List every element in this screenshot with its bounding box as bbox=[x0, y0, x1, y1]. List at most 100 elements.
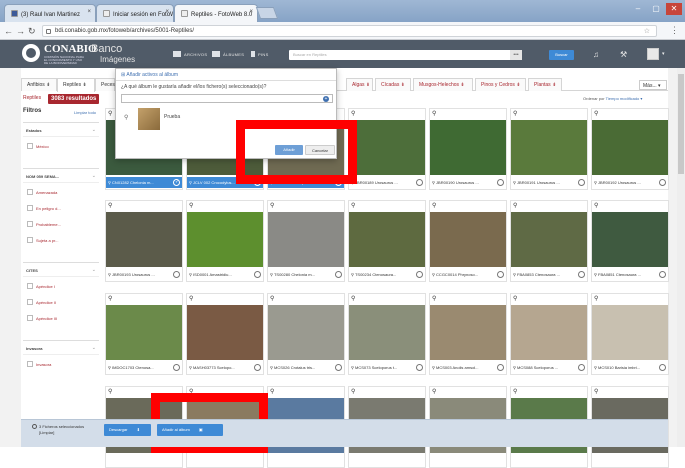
filter-option[interactable]: Apéndice III bbox=[27, 315, 57, 321]
chevron-down-icon[interactable]: ⌄ bbox=[92, 345, 96, 351]
zoom-icon[interactable]: ⚲ bbox=[108, 295, 112, 302]
zoom-icon[interactable]: ⚲ bbox=[108, 388, 112, 395]
asset-thumbnail[interactable]: ⚲ ⚲ TS00234 Ctenosaura... bbox=[348, 200, 426, 282]
zoom-icon[interactable]: ⚲ bbox=[513, 110, 517, 117]
asset-image[interactable] bbox=[349, 120, 425, 175]
maximize-button[interactable]: ▢ bbox=[648, 3, 664, 15]
zoom-icon[interactable]: ⚲ bbox=[594, 388, 598, 395]
bell-icon[interactable]: ♫ bbox=[593, 50, 599, 59]
select-checkbox[interactable] bbox=[578, 271, 585, 278]
select-checkbox[interactable] bbox=[416, 179, 423, 186]
zoom-icon[interactable]: ⚲ bbox=[594, 110, 598, 117]
asset-thumbnail[interactable]: ⚲ ⚲ MCS026 Crotalus tris... bbox=[267, 293, 345, 375]
filter-section[interactable]: CITES ⌄ bbox=[23, 262, 99, 277]
asset-caption[interactable]: ⚲ CCGC0014 Phrynoso... bbox=[430, 269, 506, 280]
clear-selection-link[interactable]: [Limpiar] bbox=[39, 430, 54, 435]
asset-caption[interactable]: ⚲ JBR00190 Urosaurus ... bbox=[430, 177, 506, 188]
select-checkbox[interactable] bbox=[335, 364, 342, 371]
select-checkbox[interactable] bbox=[173, 364, 180, 371]
asset-caption[interactable]: ⚲ JBR00192 Urosaurus ... bbox=[592, 177, 668, 188]
asset-thumbnail[interactable]: ⚲ ⚲ MCS073 Sceloporus t... bbox=[348, 293, 426, 375]
browser-menu-icon[interactable]: ⋮ bbox=[670, 25, 679, 36]
browser-tab[interactable]: (3) Raul Ivan Martinez × bbox=[4, 4, 96, 22]
asset-caption[interactable]: ⚲ MCS073 Sceloporus t... bbox=[349, 362, 425, 373]
asset-thumbnail[interactable]: ⚲ ⚲ FBA0851 Ctenosaura ... bbox=[591, 200, 669, 282]
add-album-icon[interactable]: + bbox=[323, 96, 329, 102]
asset-caption[interactable]: ⚲ JBR00193 Urosaurus ... bbox=[106, 269, 182, 280]
chevron-down-icon[interactable]: ▾ bbox=[662, 51, 665, 57]
download-button[interactable]: Descargar ⬇ bbox=[104, 424, 151, 436]
select-checkbox[interactable] bbox=[416, 364, 423, 371]
clear-filters-link[interactable]: Limpiar todo bbox=[74, 110, 96, 115]
page-info-icon[interactable] bbox=[46, 29, 51, 34]
search-options-button[interactable]: ••• bbox=[510, 50, 522, 60]
conabio-logo-icon[interactable] bbox=[22, 44, 40, 62]
asset-thumbnail[interactable]: ⚲ ⚲ TS00280 Chelonia m... bbox=[267, 200, 345, 282]
sort-control[interactable]: Ordenar por Tiempo modificado ▾ bbox=[583, 96, 642, 101]
zoom-icon[interactable]: ⚲ bbox=[594, 295, 598, 302]
select-checkbox[interactable] bbox=[335, 271, 342, 278]
nav-albumes[interactable]: ÁLBUMES bbox=[212, 51, 244, 57]
album-thumbnail[interactable] bbox=[138, 108, 160, 130]
zoom-icon[interactable]: ⚲ bbox=[513, 202, 517, 209]
asset-image[interactable] bbox=[430, 305, 506, 360]
zoom-icon[interactable]: ⚲ bbox=[351, 295, 355, 302]
select-checkbox[interactable] bbox=[578, 364, 585, 371]
category-tab[interactable]: Musgos-Helechos ⇟ bbox=[413, 78, 473, 91]
filter-option[interactable]: En peligro d... bbox=[27, 205, 61, 211]
album-name[interactable]: Prueba bbox=[164, 114, 180, 120]
asset-caption[interactable]: ⚲ FBA0853 Ctenosaura ... bbox=[511, 269, 587, 280]
filter-option[interactable]: México bbox=[27, 143, 49, 149]
zoom-icon[interactable]: ⚲ bbox=[270, 388, 274, 395]
nav-pins[interactable]: PINS bbox=[251, 51, 269, 57]
chevron-down-icon[interactable]: ⌄ bbox=[92, 173, 96, 179]
asset-thumbnail[interactable]: ⚲ ⚲ MCS088 Sceloporus ... bbox=[510, 293, 588, 375]
asset-thumbnail[interactable]: ⚲ ⚲ FBA0853 Ctenosaura ... bbox=[510, 200, 588, 282]
logo-text[interactable]: CONABIO bbox=[44, 43, 97, 55]
browser-tab[interactable]: Iniciar sesión en FotoWe × bbox=[96, 4, 174, 22]
search-button[interactable]: Buscar bbox=[549, 50, 574, 60]
filter-section[interactable]: Estados ⌄ bbox=[23, 122, 99, 137]
filter-option[interactable]: Apéndice II bbox=[27, 299, 56, 305]
wrench-icon[interactable]: ⚒ bbox=[620, 50, 627, 59]
asset-image[interactable] bbox=[430, 212, 506, 267]
asset-image[interactable] bbox=[430, 120, 506, 175]
asset-thumbnail[interactable]: ⚲ ⚲ JBR00192 Urosaurus ... bbox=[591, 108, 669, 190]
asset-thumbnail[interactable]: ⚲ ⚲ ISD0001 Amastridiu... bbox=[186, 200, 264, 282]
zoom-icon[interactable]: ⚲ bbox=[189, 295, 193, 302]
album-search-input[interactable]: + bbox=[121, 94, 333, 103]
zoom-icon[interactable]: ⚲ bbox=[351, 202, 355, 209]
zoom-icon[interactable]: ⚲ bbox=[270, 202, 274, 209]
select-checkbox[interactable] bbox=[173, 179, 180, 186]
asset-image[interactable] bbox=[106, 305, 182, 360]
select-checkbox[interactable] bbox=[659, 179, 666, 186]
asset-thumbnail[interactable]: ⚲ ⚲ MCS003 Anolis amsol... bbox=[429, 293, 507, 375]
filter-option[interactable]: Sujeta a pr... bbox=[27, 237, 58, 243]
asset-thumbnail[interactable]: ⚲ ⚲ JBR00190 Urosaurus ... bbox=[429, 108, 507, 190]
close-window-button[interactable]: ✕ bbox=[666, 3, 682, 15]
close-tab-icon[interactable]: × bbox=[249, 9, 253, 15]
asset-caption[interactable]: ⚲ TS00280 Chelonia m... bbox=[268, 269, 344, 280]
zoom-icon[interactable]: ⚲ bbox=[189, 202, 193, 209]
category-tab[interactable]: Anfibios ⇟ bbox=[21, 78, 57, 91]
asset-caption[interactable]: ⚲ MCS010 Barisia imbri... bbox=[592, 362, 668, 373]
asset-thumbnail[interactable]: ⚲ ⚲ CCGC0014 Phrynoso... bbox=[429, 200, 507, 282]
zoom-icon[interactable]: ⚲ bbox=[270, 295, 274, 302]
asset-image[interactable] bbox=[592, 120, 668, 175]
zoom-icon[interactable]: ⚲ bbox=[108, 202, 112, 209]
asset-caption[interactable]: ⚲ JBR00189 Urosaurus ... bbox=[349, 177, 425, 188]
sort-value[interactable]: Tiempo modificado ▾ bbox=[606, 96, 643, 101]
asset-caption[interactable]: ⚲ FBA0851 Ctenosaura ... bbox=[592, 269, 668, 280]
asset-caption[interactable]: ⚲ ISD0001 Amastridiu... bbox=[187, 269, 263, 280]
select-checkbox[interactable] bbox=[578, 179, 585, 186]
asset-image[interactable] bbox=[511, 120, 587, 175]
asset-image[interactable] bbox=[592, 212, 668, 267]
select-checkbox[interactable] bbox=[497, 364, 504, 371]
page-scrollbar[interactable] bbox=[677, 68, 685, 447]
asset-image[interactable] bbox=[187, 305, 263, 360]
category-tab[interactable]: Cícadas ⇟ bbox=[375, 78, 411, 91]
browser-tab[interactable]: Reptiles - FotoWeb 8.0 × bbox=[174, 4, 258, 22]
filter-option[interactable]: Probableme... bbox=[27, 221, 61, 227]
category-tab[interactable]: Reptiles ⇟ bbox=[57, 78, 95, 92]
asset-caption[interactable]: ⚲ MCS003 Anolis amsol... bbox=[430, 362, 506, 373]
